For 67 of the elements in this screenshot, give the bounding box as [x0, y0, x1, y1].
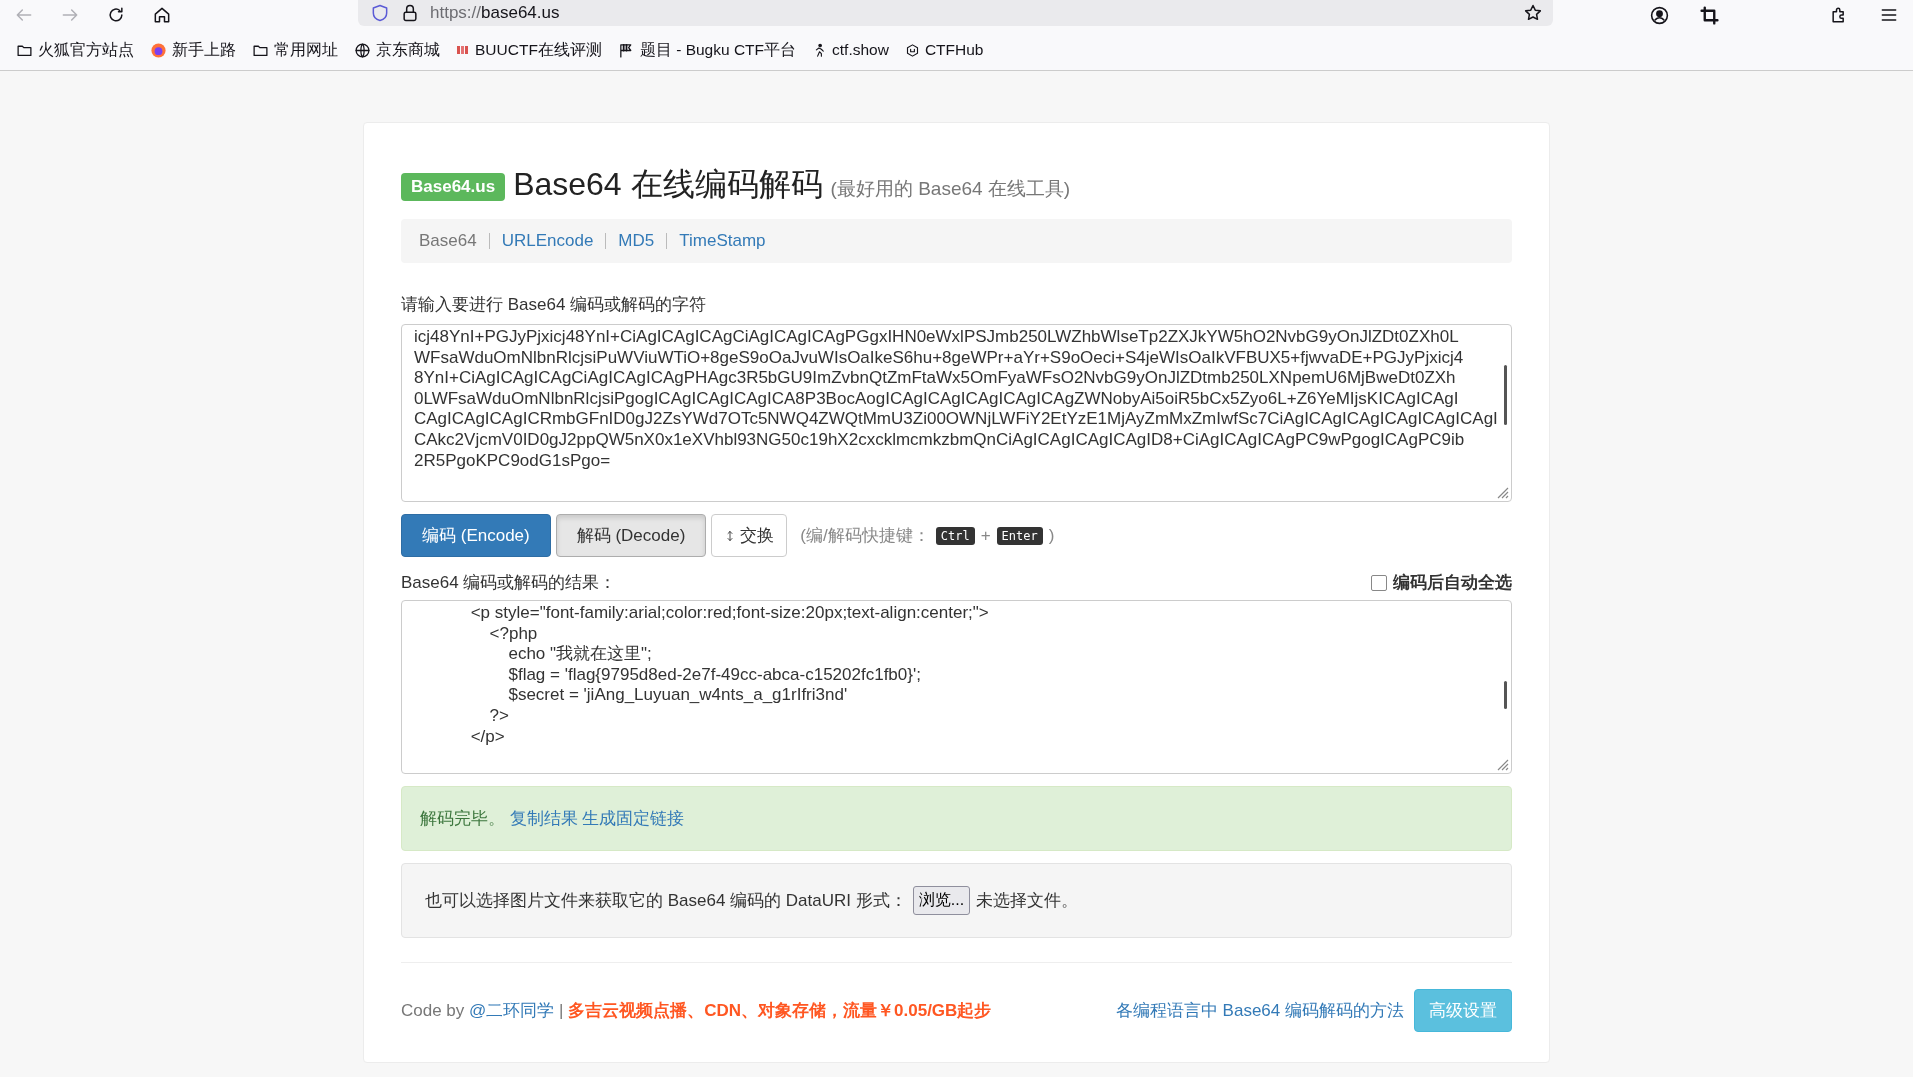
bookmark-link[interactable]: 火狐官方站点	[38, 39, 134, 61]
author-link[interactable]: @二环同学	[469, 1001, 555, 1020]
page-title: Base64 在线编码解码	[513, 165, 823, 204]
bookmark-link[interactable]: 题目 - Bugku CTF平台	[639, 39, 797, 61]
text-line: ?>	[488, 705, 510, 727]
output-label: Base64 编码或解码的结果：	[401, 572, 617, 594]
crop-icon	[1700, 5, 1719, 25]
bookmark-link[interactable]: CTFHub	[924, 41, 984, 59]
plus-sign: +	[980, 525, 991, 546]
nav-link[interactable]: MD5	[618, 231, 655, 251]
input-label: 请输入要进行 Base64 编码或解码的字符	[401, 294, 708, 316]
hexagon-icon	[904, 42, 920, 58]
bookmark-link[interactable]: ctf.show	[832, 41, 889, 59]
shield-icon	[370, 3, 390, 23]
bookmark-link[interactable]: 常用网址	[274, 39, 338, 61]
key-cap: Ctrl	[935, 526, 975, 545]
text-line: CAgICAgICAgICRmbGFnID0gJ2ZsYWd7OTc5NWQ4ZWQtMmU3Zi00OWNjLWFiY2EtYzE1MjAyZmMxZmIwfSc7CiAgICAgICAgICAgICAgICAgI	[414, 409, 1499, 430]
page-subtitle: (最好用的 Base64 在线工具)	[830, 177, 1071, 201]
alert-link[interactable]: 复制结果	[509, 809, 578, 828]
auto-select-checkbox[interactable]	[1371, 574, 1387, 591]
star-icon	[1523, 3, 1543, 23]
alert-link[interactable]: 生成固定链接	[582, 809, 685, 828]
output-textarea[interactable]: <p style="font-family:arial;color:red;font-size:20px;text-align:center;"> <?php echo "我就在这里"; $flag = 'flag{9795d8ed-2e7f-49cc-abca-c15202fc1fb0}'; $secret = 'jiAng_Luyuan_w4nts_a_g1rIfri3nd' ?> </p>	[401, 600, 1512, 774]
shortcut-hint: (编/解码快捷键：	[800, 525, 930, 547]
file-status: 未选择文件。	[976, 890, 1079, 912]
browser-logo-icon	[150, 41, 167, 59]
bookmark-link[interactable]: 京东商城	[376, 39, 440, 61]
text-line: 8YnI+CiAgICAgICAgCiAgICAgICAgPHAgc3R5bGU9ImZvbnQtZmFtaWx5OmFyaWFsO2NvbG9yOnJlZDtmb250LXNpemU6MjBweDt0ZXh	[414, 368, 1457, 389]
globe-icon	[354, 41, 371, 59]
encode-button[interactable]: 编码 (Encode)	[401, 514, 551, 557]
reload-icon	[106, 5, 126, 25]
alert-message: 解码完毕。	[420, 809, 505, 828]
nav-link[interactable]: Base64	[419, 231, 477, 251]
scrollbar-thumb[interactable]	[1504, 681, 1507, 709]
key-cap: Enter	[996, 526, 1043, 545]
footer-credit: Code by @二环同学 | 多吉云视频点播、CDN、对象存储，流量￥0.05/GB起步	[401, 1000, 992, 1022]
text-line: echo "我就在这里";	[507, 644, 653, 665]
file-label: 也可以选择图片文件来获取它的 Base64 编码的 DataURI 形式：	[425, 890, 907, 912]
text-line: <p style="font-family:arial;color:red;font-size:20px;text-align:center;">	[469, 603, 990, 624]
lock-icon	[400, 3, 420, 23]
text-line: </p>	[469, 726, 506, 748]
swap-button[interactable]: 交换	[711, 514, 788, 557]
bookmark-link[interactable]: BUUCTF在线评测	[475, 39, 602, 61]
text-line: WFsaWduOmNlbnRlcjsiPuWViuWTiO+8geS9oOaJvuWIsOaIkeS6hu+8geWPr+aYr+S9oOeci+S4jeWIsOaIkVFBUX5+fjwvaDE+PGJyPjxicj4	[414, 347, 1465, 369]
scrollbar-thumb[interactable]	[1504, 365, 1507, 425]
home-icon	[152, 5, 172, 25]
text-line: $flag = 'flag{9795d8ed-2e7f-49cc-abca-c15202fc1fb0}';	[507, 664, 922, 686]
input-textarea[interactable]	[401, 324, 1512, 502]
text-line: $secret = 'jiAng_Luyuan_w4nts_a_g1rIfri3nd'	[507, 685, 849, 706]
checkbox-label[interactable]: 编码后自动全选	[1393, 571, 1512, 594]
nav-link[interactable]: TimeStamp	[679, 231, 766, 251]
site-logo-icon	[456, 44, 470, 56]
text-line: CAkc2VjcmV0ID0gJ2ppQW5nX0x1eXVhbl93NG50c19hX2cxcklmcmkzbmQnCiAgICAgICAgICAgID8+CiAgICAgICAgPC9wPgogICAgPC9ib	[414, 429, 1466, 451]
resize-grip-icon[interactable]	[1495, 485, 1509, 499]
text-line: 2R5PgoKPC9odG1sPgo=	[414, 450, 612, 472]
address-bar[interactable]: https://base64.us	[358, 0, 1553, 26]
browse-button[interactable]: 浏览...	[912, 886, 971, 915]
guide-link[interactable]: 各编程语言中 Base64 编码解码的方法	[1115, 999, 1404, 1022]
resize-grip-icon[interactable]	[1495, 757, 1509, 771]
text-line: 0LWFsaWduOmNlbnRlcjsiPgogICAgICAgICAgICA8P3BocAogICAgICAgICAgICAgICAgZWNobyAi5oiR5bCx5Zyo6L+Z6YeMIjsKICAgICAgI	[414, 388, 1460, 410]
bookmark-link[interactable]: 新手上路	[172, 39, 236, 61]
nav-link[interactable]: URLEncode	[501, 231, 594, 251]
closing-paren: )	[1048, 525, 1055, 546]
text-line: <?php	[488, 623, 539, 645]
text-line: icj48YnI+PGJyPjxicj48YnI+CiAgICAgICAgCiAgICAgICAgPGgxIHN0eWxlPSJmb250LWZhbWlseTp2ZXJkYW5hO2NvbG9yOnJlZDt0ZXh0L	[414, 327, 1460, 348]
decode-button[interactable]: 解码 (Decode)	[555, 514, 707, 557]
account-icon	[1649, 4, 1670, 26]
